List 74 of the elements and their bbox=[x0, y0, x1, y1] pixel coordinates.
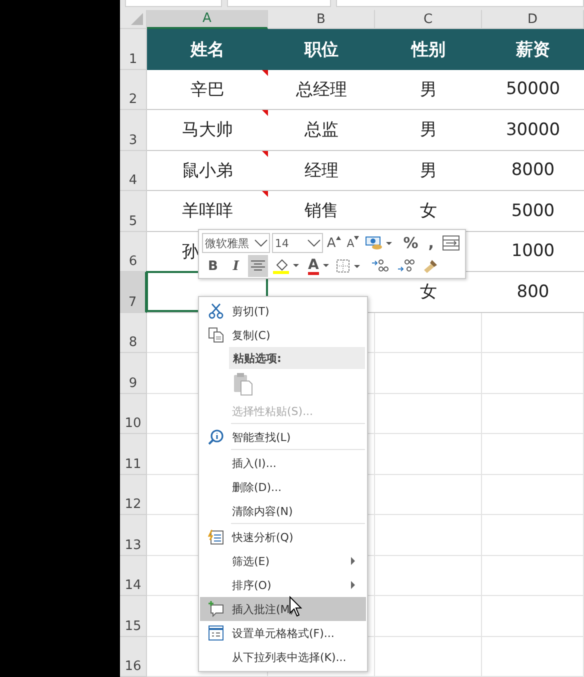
submenu-arrow-icon bbox=[350, 581, 356, 589]
table-cell: 辛巴 bbox=[147, 70, 268, 110]
format-cells-icon bbox=[208, 625, 224, 641]
header-cell: 薪资 bbox=[482, 29, 584, 70]
submenu-arrow-icon bbox=[350, 557, 356, 565]
table-cell: 50000 bbox=[482, 70, 584, 110]
row-header[interactable]: 5 bbox=[120, 191, 147, 232]
menu-item[interactable]: 剪切(T) bbox=[200, 299, 366, 323]
menu-item[interactable]: 从下拉列表中选择(K)... bbox=[200, 645, 366, 669]
quick-analysis-icon bbox=[208, 529, 224, 545]
table-cell: 鼠小弟 bbox=[147, 150, 268, 191]
table-cell: 男 bbox=[375, 70, 482, 110]
font-color-button[interactable]: A bbox=[306, 255, 332, 277]
menu-item[interactable]: 智能查找(L) bbox=[200, 425, 366, 449]
row-header[interactable]: 2 bbox=[120, 70, 147, 110]
table-cell: 总监 bbox=[268, 110, 375, 150]
column-header[interactable]: B bbox=[268, 10, 375, 29]
row-header[interactable]: 13 bbox=[120, 515, 147, 556]
menu-item[interactable]: 排序(O) bbox=[200, 573, 366, 597]
number-format-button[interactable]: % bbox=[399, 232, 422, 254]
scissors-icon bbox=[208, 303, 224, 319]
caret-icon[interactable] bbox=[322, 263, 330, 269]
table-cell: 男 bbox=[375, 150, 482, 191]
column-header[interactable]: D bbox=[482, 10, 584, 29]
table-cell: 800 bbox=[482, 272, 584, 312]
row-header[interactable]: 4 bbox=[120, 150, 147, 191]
caret-up-icon bbox=[336, 236, 341, 240]
row-header[interactable]: 15 bbox=[120, 596, 147, 636]
table-cell: 1000 bbox=[482, 232, 584, 272]
font-size-field[interactable]: 14 bbox=[272, 233, 323, 253]
row-header[interactable]: 3 bbox=[120, 110, 147, 150]
menu-item[interactable]: 复制(C) bbox=[200, 323, 366, 347]
table-cell: 5000 bbox=[482, 191, 584, 232]
row-header[interactable]: 12 bbox=[120, 474, 147, 515]
caret-down-icon bbox=[354, 236, 360, 240]
row-header[interactable]: 16 bbox=[120, 636, 147, 677]
align-center-button[interactable] bbox=[248, 255, 268, 277]
menu-item[interactable]: 筛选(E) bbox=[200, 549, 366, 573]
table-cell: 经理 bbox=[268, 150, 375, 191]
smart-lookup-icon bbox=[208, 429, 224, 445]
row-header[interactable]: 6 bbox=[120, 232, 147, 272]
chevron-down-icon[interactable] bbox=[254, 238, 268, 248]
column-header[interactable]: C bbox=[375, 10, 482, 29]
menu-section-heading: 粘贴选项: bbox=[229, 347, 365, 369]
table-cell: 总经理 bbox=[268, 70, 375, 110]
table-cell: 男 bbox=[375, 110, 482, 150]
column-header[interactable]: A bbox=[147, 10, 268, 29]
table-cell: 30000 bbox=[482, 110, 584, 150]
row-header[interactable]: 9 bbox=[120, 353, 147, 394]
header-cell: 性别 bbox=[375, 29, 482, 70]
menu-item[interactable]: 清除内容(N) bbox=[200, 499, 366, 523]
row-header[interactable]: 8 bbox=[120, 312, 147, 353]
shrink-font-button[interactable]: A bbox=[344, 232, 362, 254]
chevron-down-icon[interactable] bbox=[306, 238, 321, 248]
row-header[interactable]: 11 bbox=[120, 434, 147, 474]
number-format-button[interactable]: , bbox=[424, 232, 438, 254]
align-center-icon bbox=[250, 259, 266, 273]
menu-item[interactable]: 插入(I)... bbox=[200, 451, 366, 475]
table-cell: 马大帅 bbox=[147, 110, 268, 150]
header-cell: 姓名 bbox=[147, 29, 268, 70]
formula-field[interactable] bbox=[336, 0, 584, 7]
row-header[interactable]: 14 bbox=[120, 556, 147, 596]
menu-item[interactable]: 快速分析(Q) bbox=[200, 525, 366, 549]
table-cell: 8000 bbox=[482, 150, 584, 191]
menu-item[interactable]: 删除(D)... bbox=[200, 475, 366, 499]
comment-icon bbox=[208, 601, 224, 617]
grow-font-button[interactable]: A bbox=[324, 232, 343, 254]
row-header[interactable]: 7 bbox=[120, 272, 147, 312]
copy-icon bbox=[208, 327, 224, 343]
font-name-field[interactable]: 微软雅黑 bbox=[202, 233, 270, 253]
header-cell: 职位 bbox=[268, 29, 375, 70]
menu-item[interactable]: 设置单元格格式(F)... bbox=[200, 621, 366, 645]
row-header[interactable]: 1 bbox=[120, 29, 147, 70]
row-header[interactable]: 10 bbox=[120, 394, 147, 434]
